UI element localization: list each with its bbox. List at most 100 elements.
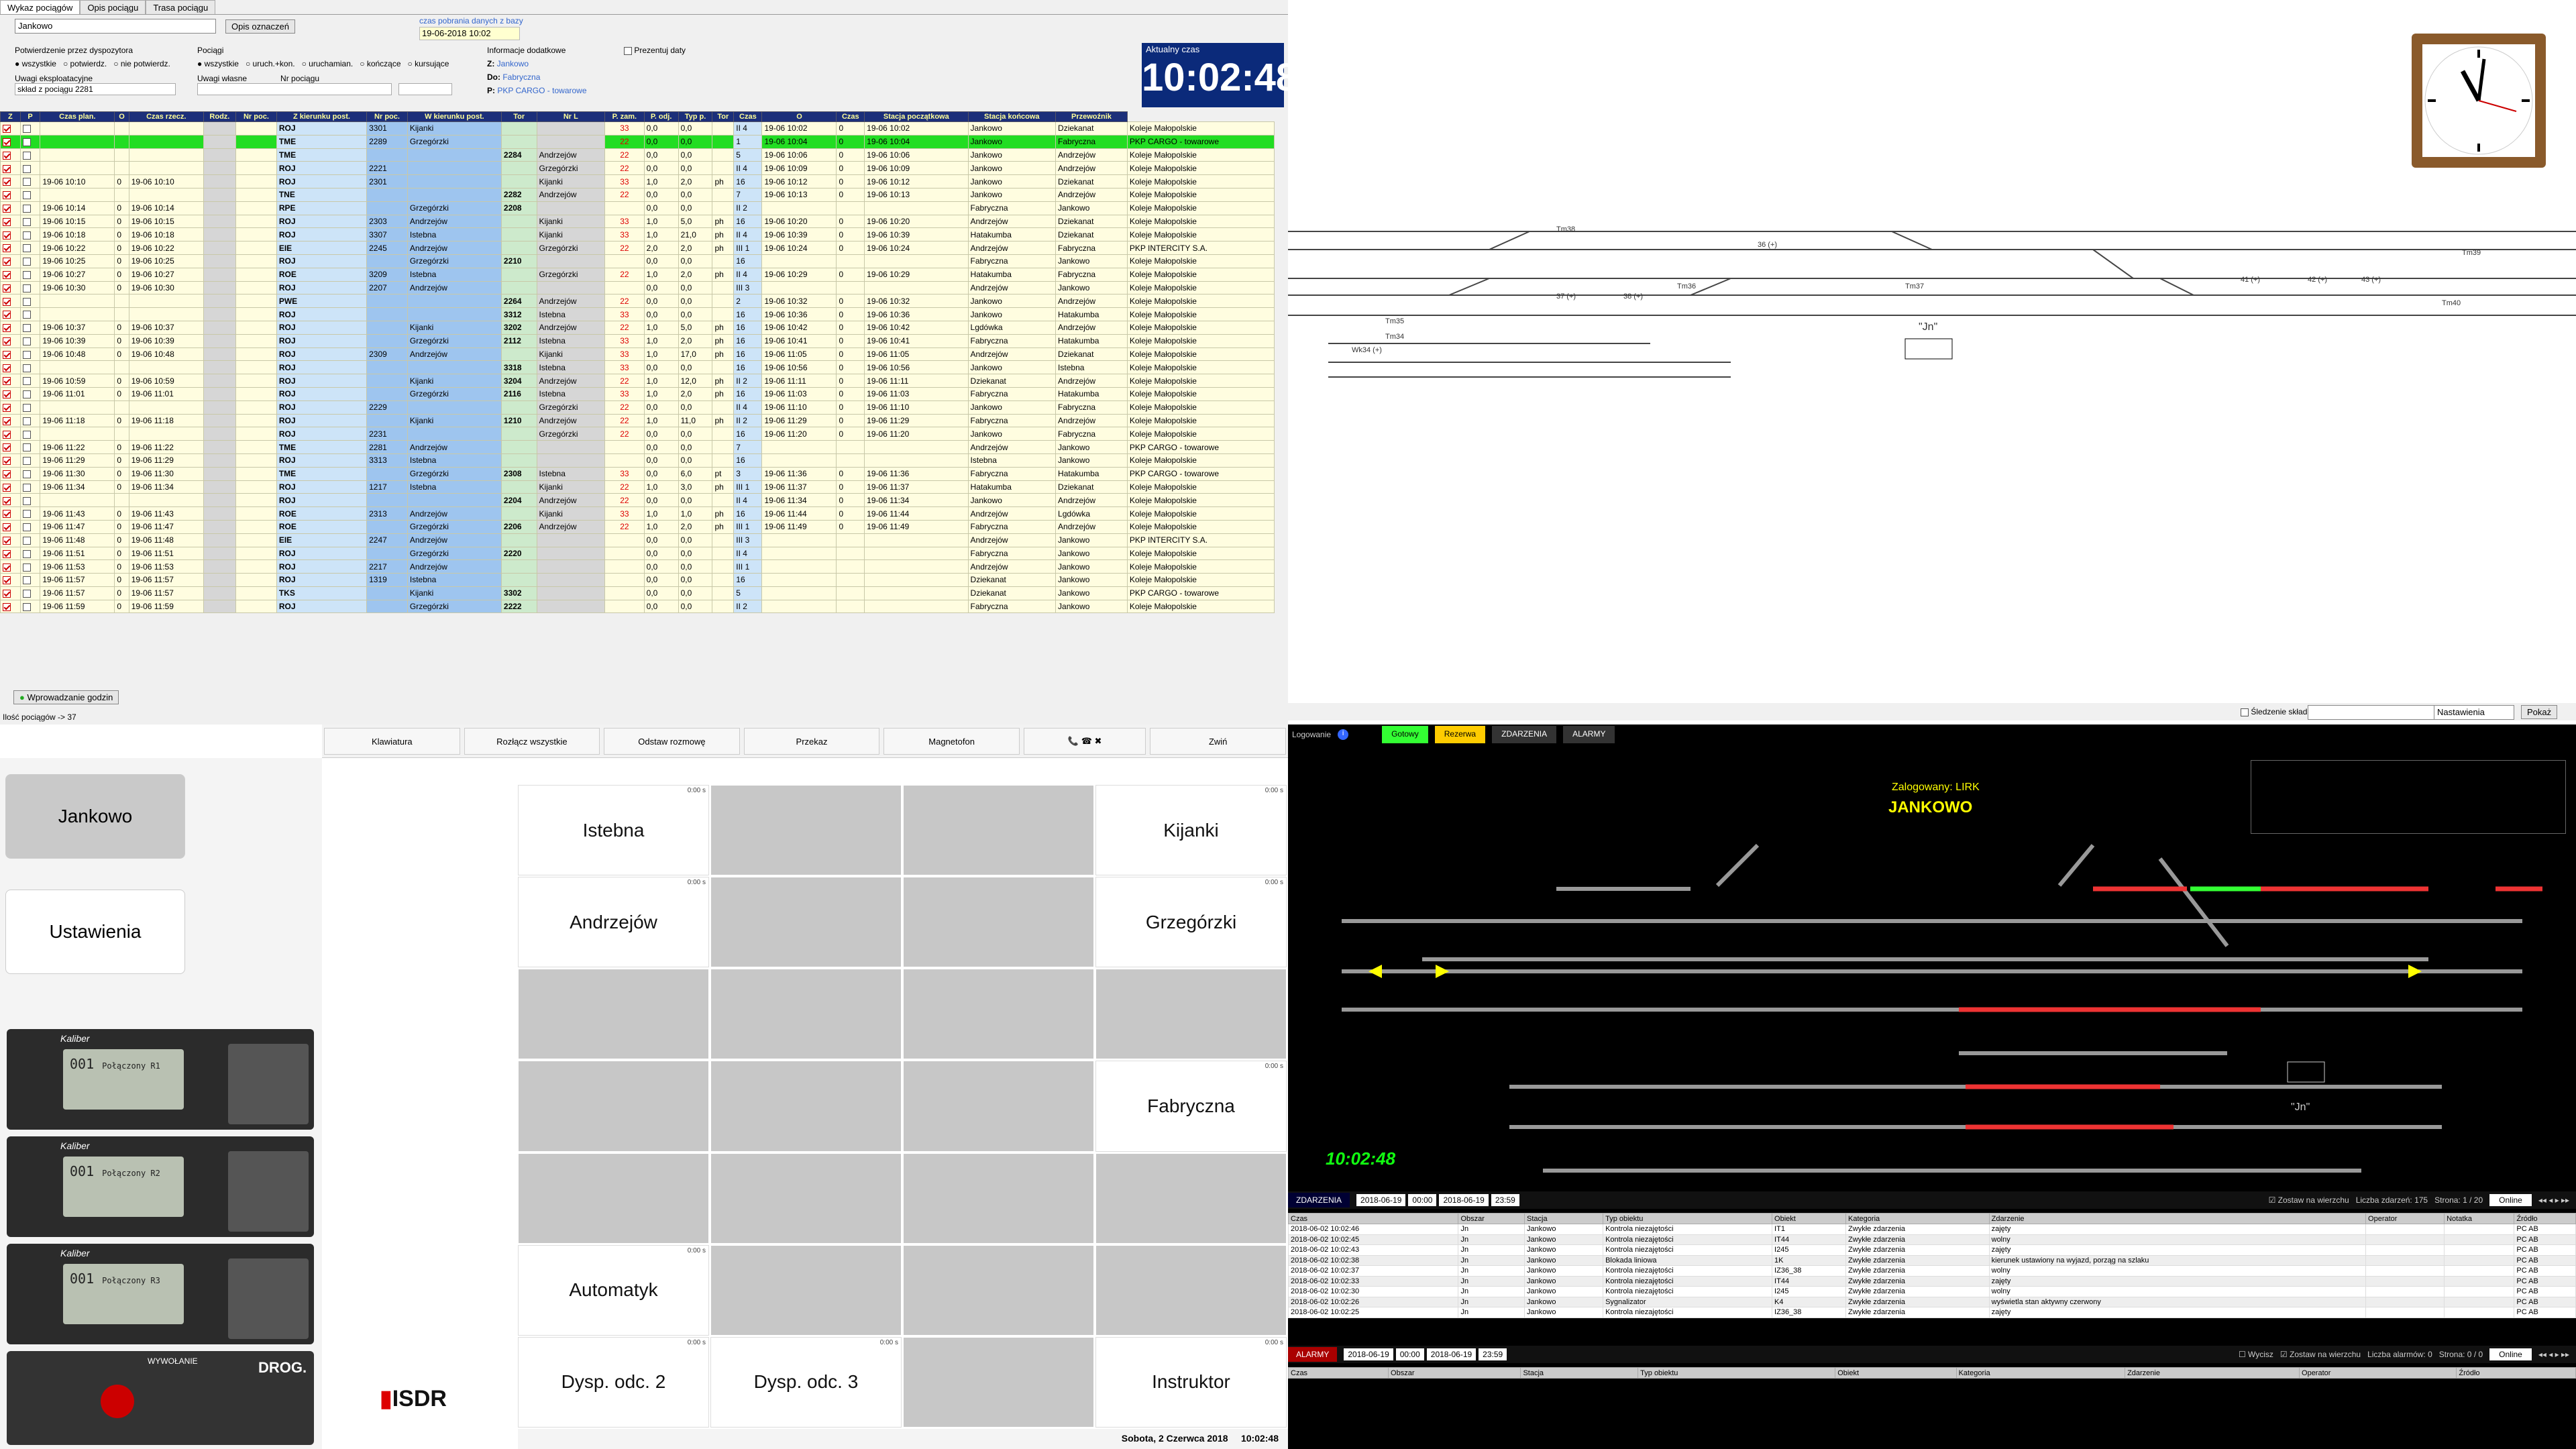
collapse-button[interactable]: Zwiń [1150,728,1286,755]
ev-online[interactable]: Online [2489,1194,2532,1206]
settings-select[interactable]: Nastawienia [2434,705,2514,720]
ev-col-header[interactable]: Źródło [2514,1213,2576,1224]
row-check[interactable] [0,573,21,587]
table-row[interactable]: 19-06 11:48 0 19-06 11:48 EIE 2247 Andrzejów 0… [0,533,1275,547]
row-check[interactable] [19,480,41,494]
table-row[interactable]: 19-06 10:27 0 19-06 10:27 ROE 3209 Istebna Grz… [0,267,1275,282]
row-check[interactable] [19,559,41,574]
row-check[interactable] [19,307,41,321]
table-row[interactable]: 2018-06-02 10:02:26 Jn Jankowo Sygnalizator… [1288,1296,2576,1307]
row-check[interactable] [0,360,21,375]
al-col-header[interactable]: Kategoria [1955,1367,2126,1379]
table-row[interactable]: 19-06 11:59 0 19-06 11:59 ROJ Grzegórzki 2222… [0,599,1275,614]
table-row[interactable]: ROJ 2221 Grzegórzki 22 0,0 0,0 II 4 19-06 10:09… [0,161,1275,176]
col-header[interactable]: Z kierunku post. [276,111,368,122]
call-cell[interactable]: Automatyk 0:00 s [518,1244,709,1336]
call-cell[interactable]: Istebna 0:00 s [518,785,709,876]
table-row[interactable]: ROJ 2204 Andrzejów 22 0,0 0,0 II 4 19-06 11:34 0… [0,493,1275,508]
al-col-header[interactable]: Stacja [1520,1367,1639,1379]
row-check[interactable] [0,320,21,335]
table-row[interactable]: TME 2284 Andrzejów 22 0,0 0,0 5 19-06 10:06 0 19-… [0,148,1275,162]
table-row[interactable]: 19-06 11:47 0 19-06 11:47 ROE Grzegórzki 2206… [0,519,1275,534]
row-check[interactable] [19,280,41,295]
call-cell[interactable] [518,1152,709,1244]
col-header[interactable]: Czas plan. [40,111,115,122]
row-check[interactable] [0,480,21,494]
call-cell[interactable] [710,1061,902,1152]
row-check[interactable] [0,214,21,229]
col-header[interactable]: W kierunku post. [407,111,502,122]
row-check[interactable] [19,533,41,547]
table-row[interactable]: 19-06 10:30 0 19-06 10:30 ROJ 2207 Andrzejów 0… [0,280,1275,295]
ev-col-header[interactable]: Obiekt [1772,1213,1847,1224]
al-col-header[interactable]: Źródło [2456,1367,2576,1379]
call-cell[interactable] [903,1152,1094,1244]
row-check[interactable] [0,254,21,268]
row-check[interactable] [0,519,21,534]
row-check[interactable] [19,360,41,375]
table-row[interactable]: 2018-06-02 10:02:46 Jn Jankowo Kontrola nie… [1288,1224,2576,1235]
radio-unit-3[interactable]: Kaliber 001 Połączony R3 [7,1244,314,1344]
row-check[interactable] [0,506,21,521]
ev-keep-on-top[interactable]: ☑ Zostaw na wierzchu [2269,1195,2349,1205]
row-check[interactable] [19,267,41,282]
table-row[interactable]: 19-06 11:57 0 19-06 11:57 ROJ 1319 Istebna 0,0… [0,573,1275,587]
row-check[interactable] [0,333,21,348]
road-radio-unit[interactable]: WYWOŁANIE DROG. [7,1351,314,1445]
radio-unit-1[interactable]: Kaliber 001 Połączony R1 [7,1029,314,1130]
row-check[interactable] [19,453,41,468]
row-check[interactable] [0,121,21,136]
col-header[interactable]: Stacja końcowa [967,111,1057,122]
row-check[interactable] [19,413,41,428]
row-check[interactable] [0,280,21,295]
call-cell[interactable] [903,877,1094,968]
col-header[interactable]: P. odj. [643,111,679,122]
col-header[interactable]: Nr poc. [366,111,408,122]
own-notes-input[interactable] [197,83,392,95]
row-check[interactable] [0,174,21,189]
col-header[interactable]: Typ p. [678,111,713,122]
row-check[interactable] [19,506,41,521]
ev-col-header[interactable]: Zdarzenie [1988,1213,2367,1224]
train-number-input[interactable] [398,83,452,95]
call-cell[interactable]: Fabryczna 0:00 s [1095,1061,1287,1152]
row-check[interactable] [0,533,21,547]
row-check[interactable] [0,227,21,242]
table-row[interactable]: TNE 2282 Andrzejów 22 0,0 0,0 7 19-06 10:13 0 19-… [0,187,1275,202]
row-check[interactable] [19,519,41,534]
row-check[interactable] [0,294,21,309]
row-check[interactable] [0,400,21,415]
row-check[interactable] [19,386,41,401]
show-button[interactable]: Pokaż [2521,705,2558,719]
row-check[interactable] [0,493,21,508]
row-check[interactable] [0,586,21,600]
call-cell[interactable]: Andrzejów 0:00 s [518,877,709,968]
row-check[interactable] [0,161,21,176]
call-cell[interactable] [1095,1152,1287,1244]
table-row[interactable]: 19-06 10:25 0 19-06 10:25 ROJ Grzegórzki 2210… [0,254,1275,268]
row-check[interactable] [19,440,41,454]
row-check[interactable] [19,121,41,136]
row-check[interactable] [0,267,21,282]
col-header[interactable]: Nr poc. [235,111,277,122]
call-cell[interactable]: Dysp. odc. 3 0:00 s [710,1336,902,1428]
radio-unconfirmed[interactable]: ○ nie potwierdz. [113,59,170,68]
row-check[interactable] [0,134,21,149]
row-check[interactable] [0,374,21,388]
call-cell[interactable] [710,1152,902,1244]
present-dates-check[interactable]: Prezentuj daty [624,46,686,55]
radio-unit-2[interactable]: Kaliber 001 Połączony R2 [7,1136,314,1237]
table-row[interactable]: 19-06 10:22 0 19-06 10:22 EIE 2245 Andrzejów G… [0,241,1275,255]
table-row[interactable]: 19-06 11:51 0 19-06 11:51 ROJ Grzegórzki 2220… [0,546,1275,561]
row-check[interactable] [19,294,41,309]
settings-button[interactable]: Ustawienia [5,890,185,974]
table-row[interactable]: 19-06 10:18 0 19-06 10:18 ROJ 3307 Istebna Kij… [0,227,1275,242]
table-row[interactable]: 19-06 10:48 0 19-06 10:48 ROJ 2309 Andrzejów K… [0,347,1275,362]
call-cell[interactable] [710,969,902,1060]
call-cell[interactable]: Dysp. odc. 2 0:00 s [518,1336,709,1428]
al-online[interactable]: Online [2489,1348,2532,1360]
radio-all[interactable]: ● wszystkie [15,59,56,68]
row-check[interactable] [0,427,21,441]
call-cell[interactable] [1095,969,1287,1060]
hold-call-button[interactable]: Odstaw rozmowę [604,728,740,755]
